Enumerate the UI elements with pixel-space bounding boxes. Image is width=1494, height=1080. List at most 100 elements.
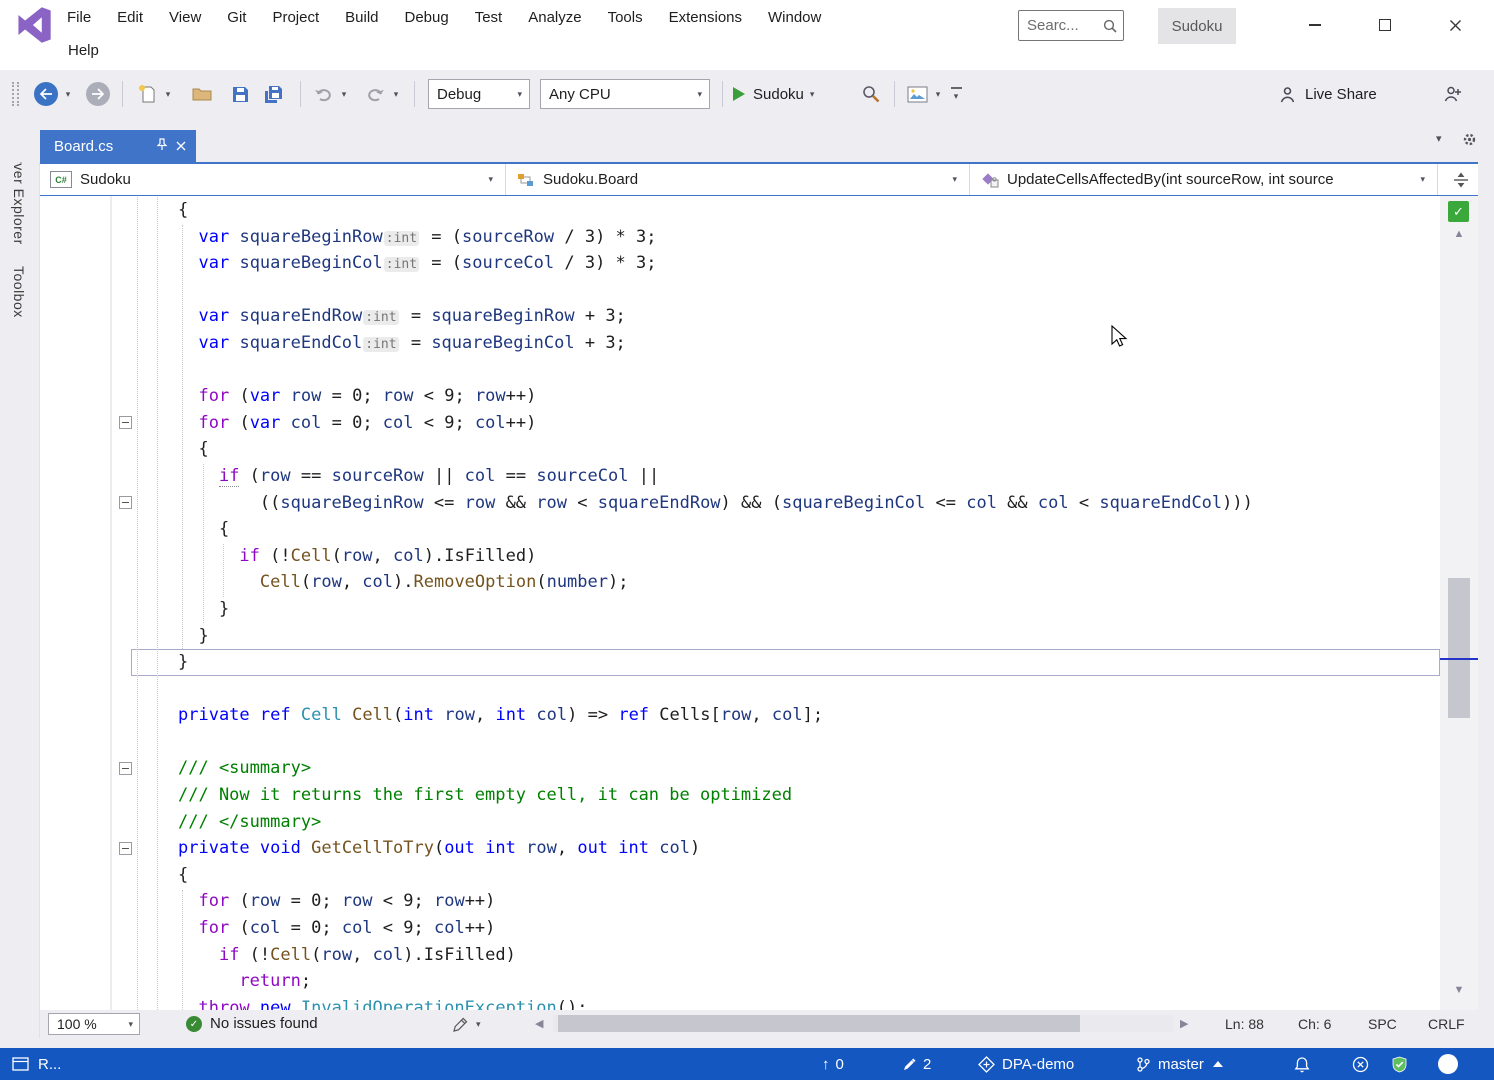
navigate-back-button[interactable] [32,79,60,109]
start-debug-button[interactable]: Sudoku ▾ [732,79,814,109]
code-line[interactable]: for (var col = 0; col < 9; col++) [131,410,1440,437]
highlighter-dropdown-icon[interactable]: ▾ [476,1010,481,1038]
security-status-button[interactable] [1392,1048,1407,1080]
active-files-dropdown-icon[interactable]: ▾ [1436,132,1442,145]
screenshot-dropdown-icon[interactable]: ▾ [932,79,944,109]
h-scroll-left-button[interactable]: ◀ [535,1010,543,1038]
account-avatar[interactable] [1438,1048,1458,1080]
menu-test[interactable]: Test [462,0,516,36]
scroll-up-button[interactable]: ▲ [1440,228,1478,240]
vertical-scrollbar-thumb[interactable] [1448,578,1470,718]
notifications-button[interactable] [1294,1048,1310,1080]
document-health-icon[interactable]: ✓ [1448,201,1469,222]
session-button[interactable]: DPA-demo [978,1048,1074,1080]
menu-analyze[interactable]: Analyze [515,0,594,36]
code-line[interactable]: var squareBeginCol:int = (sourceCol / 3)… [131,250,1440,277]
issues-status[interactable]: No issues found [210,1010,318,1038]
code-line[interactable]: var squareEndCol:int = squareBeginCol + … [131,330,1440,357]
code-line[interactable]: if (!Cell(row, col).IsFilled) [131,942,1440,969]
code-line[interactable]: } [131,596,1440,623]
project-dropdown[interactable]: C# Sudoku ▾ [40,164,506,195]
code-line[interactable]: private ref Cell Cell(int row, int col) … [131,702,1440,729]
feedback-button[interactable] [1438,79,1468,109]
menu-help[interactable]: Help [68,36,99,66]
configuration-dropdown[interactable]: Debug ▾ [428,79,530,109]
sidebar-tab-toolbox[interactable]: Toolbox [11,266,27,318]
code-line[interactable] [131,676,1440,703]
highlighter-button[interactable] [452,1016,469,1036]
horizontal-scrollbar-thumb[interactable] [558,1015,1080,1032]
code-line[interactable]: if (row == sourceRow || col == sourceCol… [131,463,1440,490]
redo-button[interactable] [362,79,388,109]
pending-changes-button[interactable]: 2 [902,1048,931,1080]
close-button[interactable] [1426,0,1484,50]
undo-button[interactable] [310,79,336,109]
new-file-button[interactable] [134,79,160,109]
code-line[interactable]: var squareBeginRow:int = (sourceRow / 3)… [131,224,1440,251]
tab-board-cs[interactable]: Board.cs [40,130,196,162]
navigate-back-dropdown-icon[interactable]: ▾ [62,79,74,109]
code-line[interactable]: var squareEndRow:int = squareBeginRow + … [131,303,1440,330]
branch-selector[interactable]: master [1136,1048,1223,1080]
code-line[interactable]: { [131,516,1440,543]
undo-dropdown-icon[interactable]: ▾ [338,79,350,109]
code-line[interactable]: ((squareBeginRow <= row && row < squareE… [131,490,1440,517]
code-line[interactable]: /// <summary> [131,755,1440,782]
code-line[interactable] [131,277,1440,304]
redo-dropdown-icon[interactable]: ▾ [390,79,402,109]
save-all-button[interactable] [258,79,290,109]
platform-dropdown[interactable]: Any CPU ▾ [540,79,710,109]
code-line[interactable]: } [131,623,1440,650]
menu-tools[interactable]: Tools [595,0,656,36]
menu-edit[interactable]: Edit [104,0,156,36]
toolbar-drag-handle[interactable] [10,79,20,109]
menu-debug[interactable]: Debug [392,0,462,36]
code-line[interactable]: { [131,197,1440,224]
navigate-forward-button[interactable] [84,79,112,109]
code-pane[interactable]: { var squareBeginRow:int = (sourceRow / … [131,197,1440,1010]
tab-close-icon[interactable] [176,138,186,155]
code-editor[interactable]: { var squareBeginRow:int = (sourceRow / … [40,196,1440,1010]
code-line[interactable]: for (var row = 0; row < 9; row++) [131,383,1440,410]
maximize-button[interactable] [1356,0,1414,50]
menu-git[interactable]: Git [214,0,259,36]
live-share-button[interactable]: Live Share [1278,79,1377,109]
code-line[interactable]: /// Now it returns the first empty cell,… [131,782,1440,809]
find-in-files-button[interactable] [856,79,886,109]
split-editor-button[interactable] [1438,164,1478,195]
type-dropdown[interactable]: Sudoku.Board ▾ [506,164,970,195]
h-scroll-right-button[interactable]: ▶ [1180,1010,1188,1038]
code-line[interactable] [131,357,1440,384]
save-button[interactable] [226,79,254,109]
menu-build[interactable]: Build [332,0,391,36]
window-options-icon[interactable] [1462,132,1477,147]
toolbar-overflow-button[interactable]: ▾ [948,79,964,109]
zoom-dropdown[interactable]: 100 % ▾ [48,1013,140,1035]
scroll-down-button[interactable]: ▼ [1440,984,1478,996]
feedback-frown-button[interactable] [1352,1048,1369,1080]
screenshot-tool-button[interactable] [904,79,930,109]
outgoing-commits-button[interactable]: ↑ 0 [822,1048,844,1080]
code-line[interactable]: } [131,649,1440,676]
code-line[interactable]: /// </summary> [131,809,1440,836]
code-line[interactable]: { [131,862,1440,889]
code-line[interactable]: for (row = 0; row < 9; row++) [131,888,1440,915]
menu-project[interactable]: Project [259,0,332,36]
open-file-button[interactable] [188,79,216,109]
code-line[interactable]: Cell(row, col).RemoveOption(number); [131,569,1440,596]
search-input[interactable]: Searc... [1018,10,1124,41]
output-window-icon[interactable] [12,1048,29,1080]
menu-window[interactable]: Window [755,0,834,36]
menu-extensions[interactable]: Extensions [656,0,755,36]
code-line[interactable]: for (col = 0; col < 9; col++) [131,915,1440,942]
member-dropdown[interactable]: UpdateCellsAffectedBy(int sourceRow, int… [970,164,1438,195]
code-line[interactable]: throw new InvalidOperationException(); [131,995,1440,1010]
new-file-dropdown-icon[interactable]: ▾ [162,79,174,109]
vertical-scrollbar[interactable]: ✓ ▲ ▼ [1440,196,1478,1010]
menu-view[interactable]: View [156,0,214,36]
pin-icon[interactable] [156,138,168,155]
code-line[interactable]: return; [131,968,1440,995]
minimize-button[interactable] [1286,0,1344,50]
menu-file[interactable]: File [54,0,104,36]
code-line[interactable]: if (!Cell(row, col).IsFilled) [131,543,1440,570]
